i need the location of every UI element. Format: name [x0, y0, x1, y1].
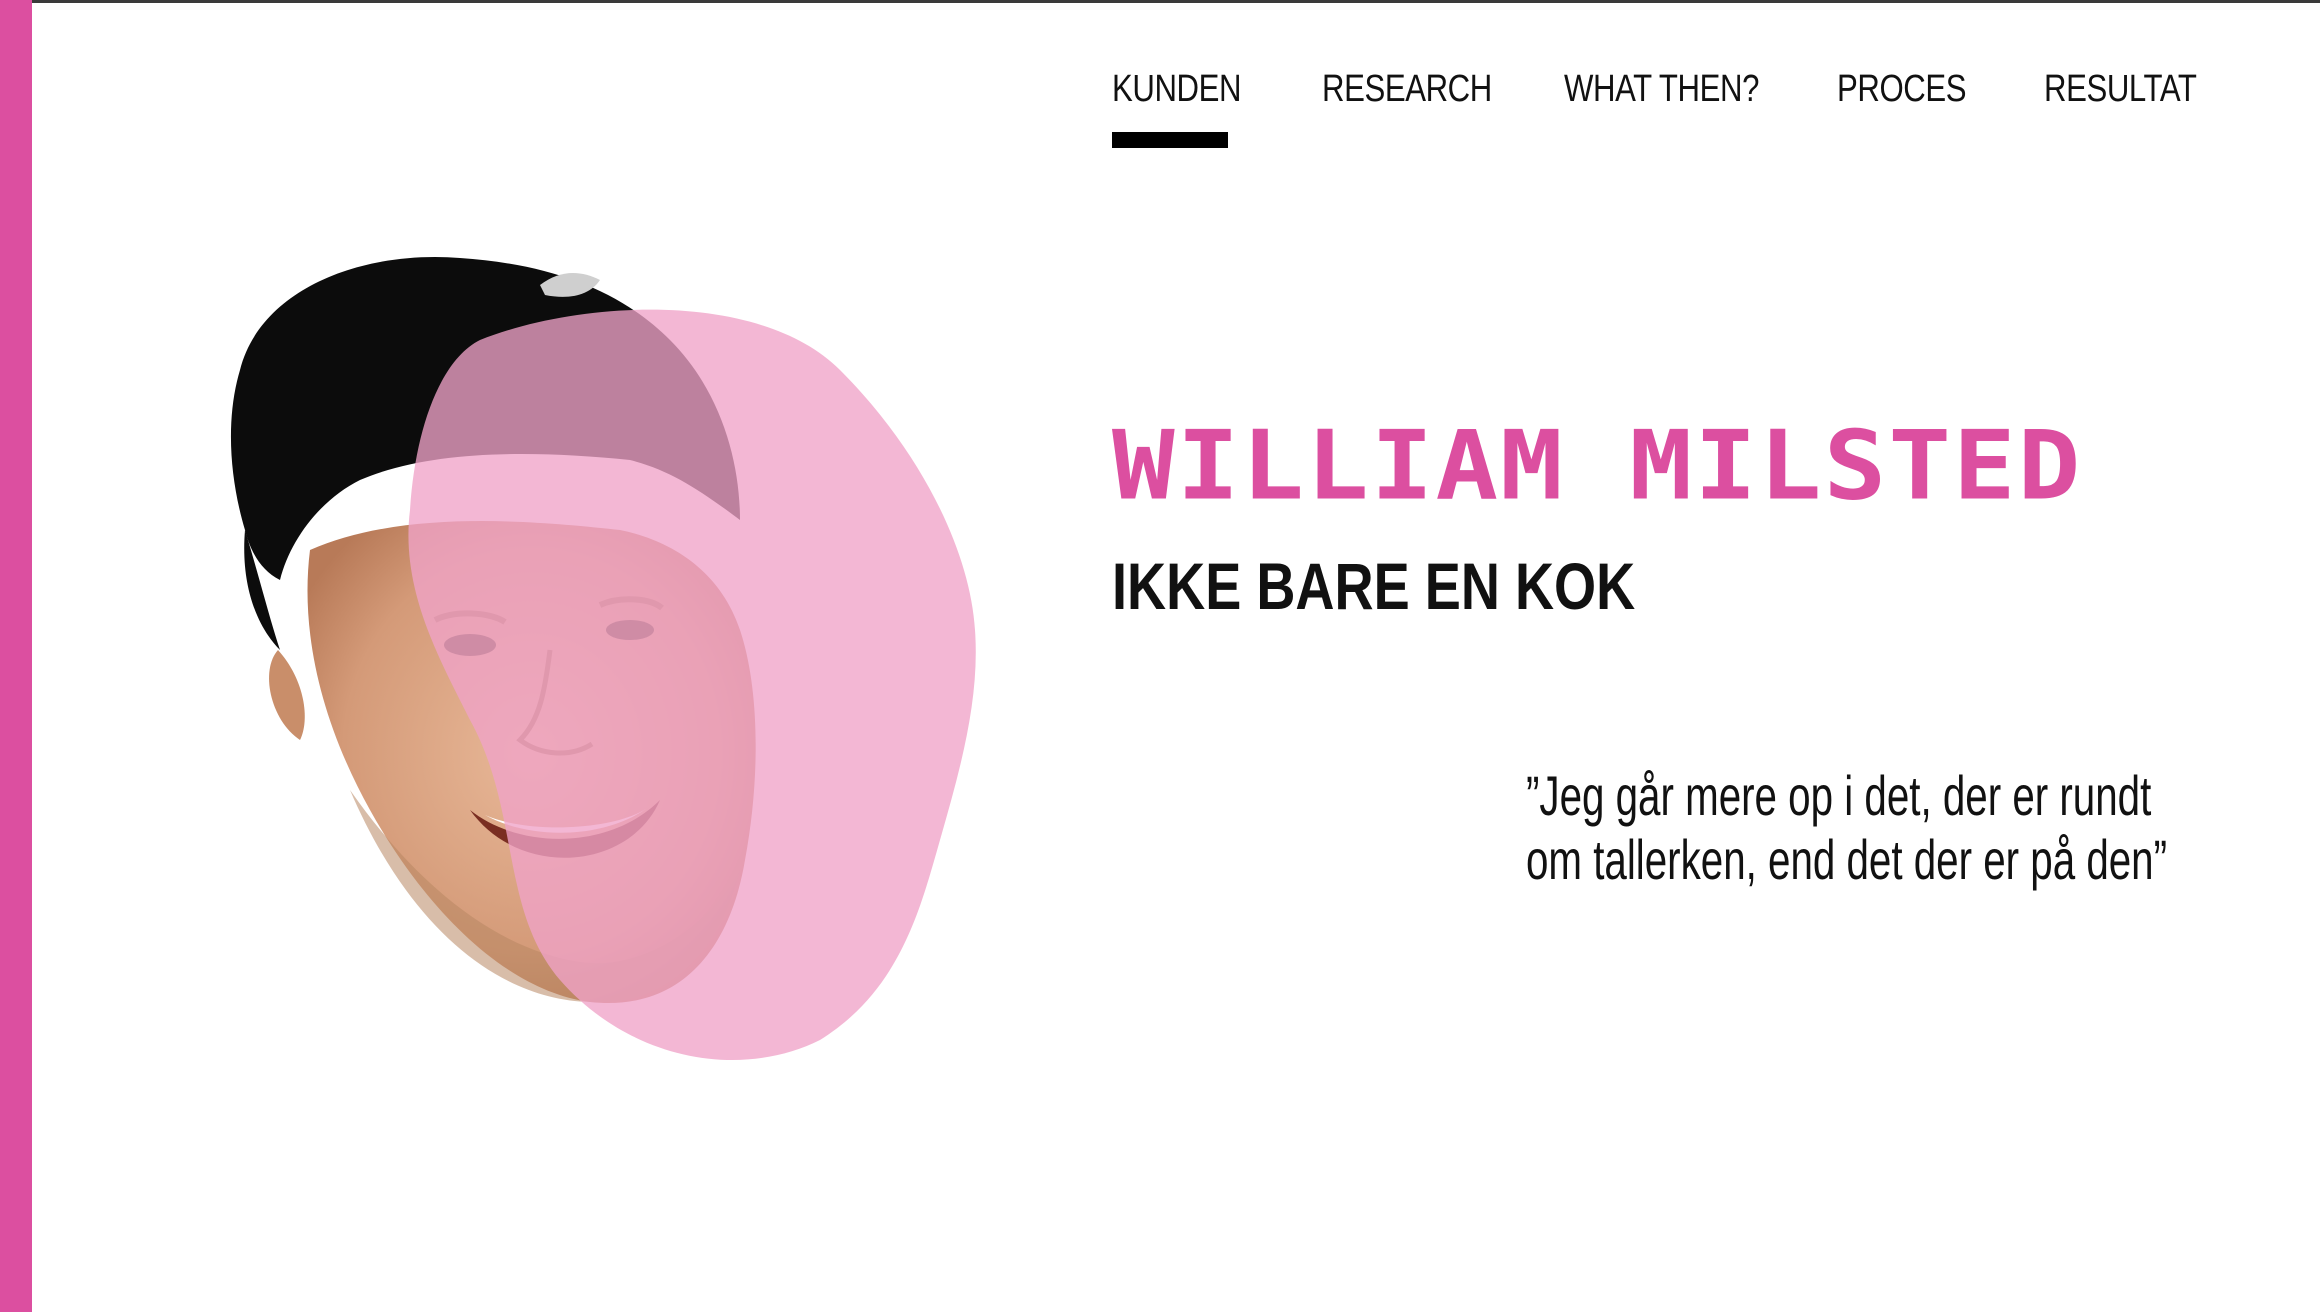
nav-active-underline	[1112, 132, 1228, 148]
nav-item-kunden[interactable]: KUNDEN	[1112, 68, 1242, 111]
hero-quote: ”Jeg går mere op i det, der er rundt om …	[1526, 764, 2168, 892]
main-navigation: KUNDEN RESEARCH WHAT THEN? PROCES RESULT…	[1112, 68, 2232, 158]
nav-item-research[interactable]: RESEARCH	[1322, 68, 1492, 111]
quote-line-2: om tallerken, end det der er på den”	[1526, 828, 2168, 891]
quote-line-1: ”Jeg går mere op i det, der er rundt	[1526, 764, 2152, 827]
nav-item-resultat[interactable]: RESULTAT	[2044, 68, 2197, 111]
nav-item-what-then[interactable]: WHAT THEN?	[1564, 68, 1759, 111]
left-accent-stripe	[0, 0, 32, 1312]
hero-subtitle: IKKE BARE EN KOK	[1112, 549, 1636, 623]
top-border	[0, 0, 2320, 3]
portrait-image	[200, 250, 1000, 1070]
hero-name-title: WILLIAM MILSTED	[1112, 410, 2083, 522]
person-portrait-icon	[230, 256, 976, 1061]
nav-item-proces[interactable]: PROCES	[1837, 68, 1967, 111]
